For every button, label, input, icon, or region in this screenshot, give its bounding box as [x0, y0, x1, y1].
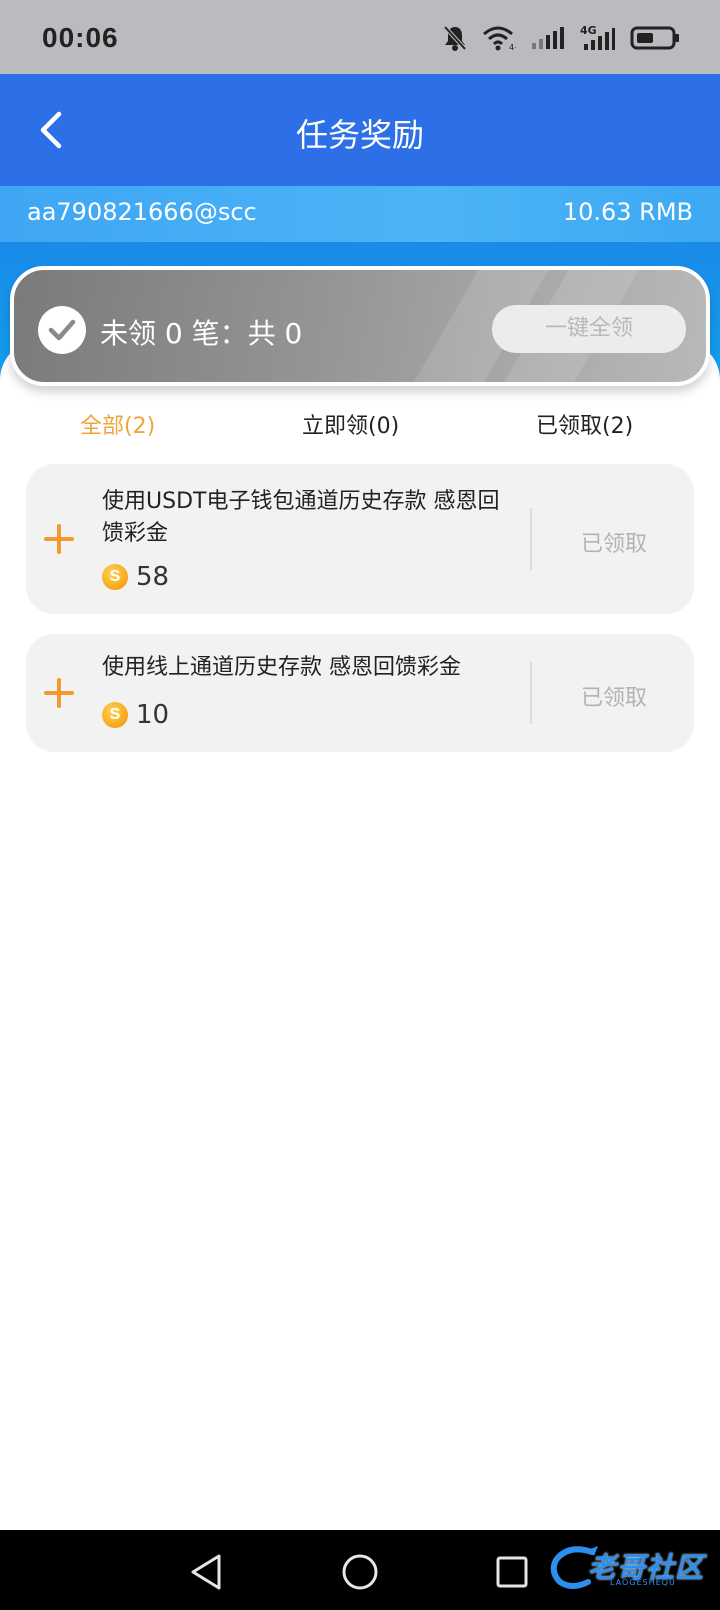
plus-icon[interactable]	[44, 524, 74, 554]
tab-all[interactable]: 全部(2)	[80, 408, 155, 440]
reward-value: 58	[136, 562, 170, 592]
account-band: aa790821666@scc 10.63 RMB	[0, 186, 720, 242]
status-time: 00:06	[42, 22, 119, 53]
battery-icon	[630, 26, 679, 50]
task-title: 使用USDT电子钱包通道历史存款 感恩回馈彩金	[102, 489, 500, 546]
claimed-status-button[interactable]: 已领取	[534, 526, 694, 558]
claim-all-button[interactable]: 一键全领	[492, 305, 686, 353]
svg-text:4+: 4+	[509, 43, 516, 51]
summary-card: 未领 0 笔：共 0 一键全领	[10, 266, 710, 386]
app-header: 任务奖励	[0, 74, 720, 186]
square-recents-icon	[496, 1556, 528, 1588]
wifi-icon: 4+	[483, 26, 516, 51]
watermark-logo: 老哥社区 LAOGESHEQU	[548, 1540, 708, 1594]
reward-value: 10	[136, 700, 170, 730]
watermark-subtext: LAOGESHEQU	[610, 1578, 676, 1587]
bell-muted-icon	[443, 25, 467, 51]
account-username: aa790821666@scc	[27, 198, 257, 226]
circle-home-icon	[342, 1554, 378, 1590]
coin-icon: S	[102, 564, 128, 590]
4g-signal-icon: 4G	[580, 24, 615, 50]
signal-icon	[532, 27, 564, 49]
tab-claim-now[interactable]: 立即领(0)	[302, 408, 399, 440]
unclaimed-summary: 未领 0 笔：共 0	[100, 317, 303, 350]
list-item[interactable]: 使用USDT电子钱包通道历史存款 感恩回馈彩金 S 58 已领取	[26, 464, 694, 614]
divider	[530, 662, 532, 724]
reward-amount: S 58	[102, 562, 169, 592]
nav-back-button[interactable]	[184, 1550, 228, 1594]
coin-icon: S	[102, 702, 128, 728]
triangle-back-icon	[191, 1554, 221, 1590]
system-nav-bar: 老哥社区 LAOGESHEQU	[0, 1530, 720, 1610]
page-title: 任务奖励	[295, 116, 424, 154]
list-item[interactable]: 使用线上通道历史存款 感恩回馈彩金 S 10 已领取	[26, 634, 694, 752]
claimed-status-button[interactable]: 已领取	[534, 680, 694, 712]
check-icon	[38, 306, 86, 354]
divider	[530, 508, 532, 570]
status-icons: 4+ 4G	[442, 24, 680, 52]
nav-home-button[interactable]	[338, 1550, 382, 1594]
svg-text:4G: 4G	[580, 24, 597, 37]
reward-amount: S 10	[102, 700, 169, 730]
task-title: 使用线上通道历史存款 感恩回馈彩金	[102, 655, 461, 680]
nav-recents-button[interactable]	[490, 1550, 534, 1594]
status-bar: 00:06 4+ 4G	[0, 0, 720, 74]
plus-icon[interactable]	[44, 678, 74, 708]
account-balance: 10.63 RMB	[562, 198, 693, 226]
tab-claimed[interactable]: 已领取(2)	[536, 408, 633, 440]
